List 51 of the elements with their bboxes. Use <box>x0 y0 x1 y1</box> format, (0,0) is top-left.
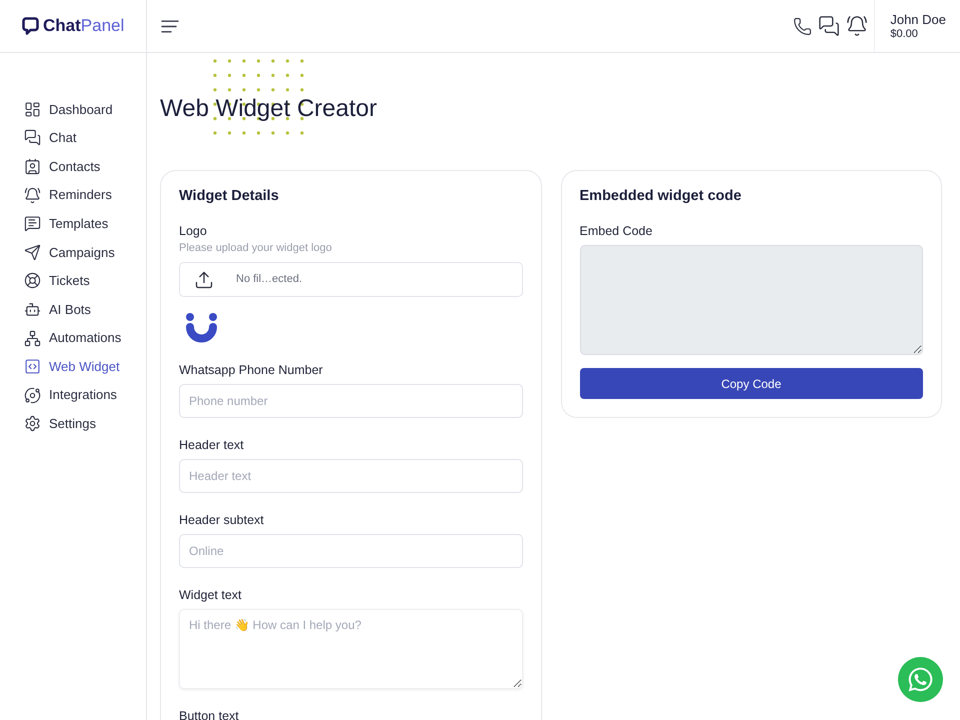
paper-plane-icon <box>24 244 41 261</box>
messages-icon[interactable] <box>818 15 840 37</box>
chat-icon <box>24 129 41 146</box>
text-input-field[interactable]: Header text <box>179 459 522 493</box>
field-label: Button text <box>179 708 240 720</box>
text-input-field[interactable]: Phone number <box>179 384 522 418</box>
sidebar-item[interactable]: Settings <box>0 410 146 438</box>
field-hint: Please upload your widget logo <box>179 241 333 256</box>
card-title: Widget Details <box>179 187 280 206</box>
field-label: Embed Code <box>580 223 654 240</box>
embed-code-field[interactable] <box>580 245 923 355</box>
sidebar-item[interactable]: Dashboard <box>0 95 146 124</box>
sidebar-item[interactable]: Contacts <box>0 152 146 181</box>
field-label: Whatsapp Phone Number <box>179 362 324 379</box>
network-icon <box>24 330 41 347</box>
page-title: Web Widget Creator <box>160 94 377 124</box>
code-window-icon <box>24 358 41 376</box>
bell-icon[interactable] <box>846 15 868 37</box>
field-label: Header subtext <box>179 512 265 529</box>
sidebar-item[interactable]: AI Bots <box>0 295 146 324</box>
field-label: Logo <box>179 223 208 240</box>
field-label: Header text <box>179 437 245 454</box>
file-upload-field[interactable]: No fil…ected. <box>179 262 522 297</box>
upload-icon <box>194 270 214 290</box>
menu-icon[interactable] <box>161 20 179 32</box>
settings-icon <box>24 415 41 432</box>
card-title: Embedded widget code <box>580 187 742 206</box>
phone-bubble-icon <box>907 666 934 693</box>
robot-icon <box>24 300 41 318</box>
copy-code-button[interactable]: Copy Code <box>580 368 923 399</box>
sidebar-item[interactable]: Tickets <box>0 266 146 296</box>
orbit-icon <box>24 386 41 404</box>
sidebar-item[interactable]: Chat <box>0 124 146 152</box>
field-label: Widget text <box>179 587 243 604</box>
user-name[interactable]: John Doe <box>890 12 946 28</box>
text-input-field[interactable]: Online <box>179 534 522 568</box>
sidebar-item[interactable]: Campaigns <box>0 238 146 267</box>
sidebar-item[interactable]: Templates <box>0 209 146 238</box>
textarea-field[interactable]: Hi there 👋 How can I help you? <box>179 609 522 689</box>
chat-bubble-logo-icon <box>22 17 39 35</box>
contact-card-icon <box>24 158 41 175</box>
brand-logo[interactable]: ChatPanel <box>43 15 124 37</box>
sidebar-item[interactable]: Integrations <box>0 380 146 410</box>
sidebar-item[interactable]: Automations <box>0 324 146 352</box>
lifebuoy-icon <box>24 272 41 290</box>
account-balance: $0.00 <box>890 28 919 40</box>
sidebar-item[interactable]: Reminders <box>0 180 146 210</box>
phone-icon[interactable] <box>793 16 812 36</box>
dashboard-icon <box>24 100 41 118</box>
sidebar-item[interactable]: Web Widget <box>0 352 146 381</box>
bell-icon <box>24 186 41 204</box>
